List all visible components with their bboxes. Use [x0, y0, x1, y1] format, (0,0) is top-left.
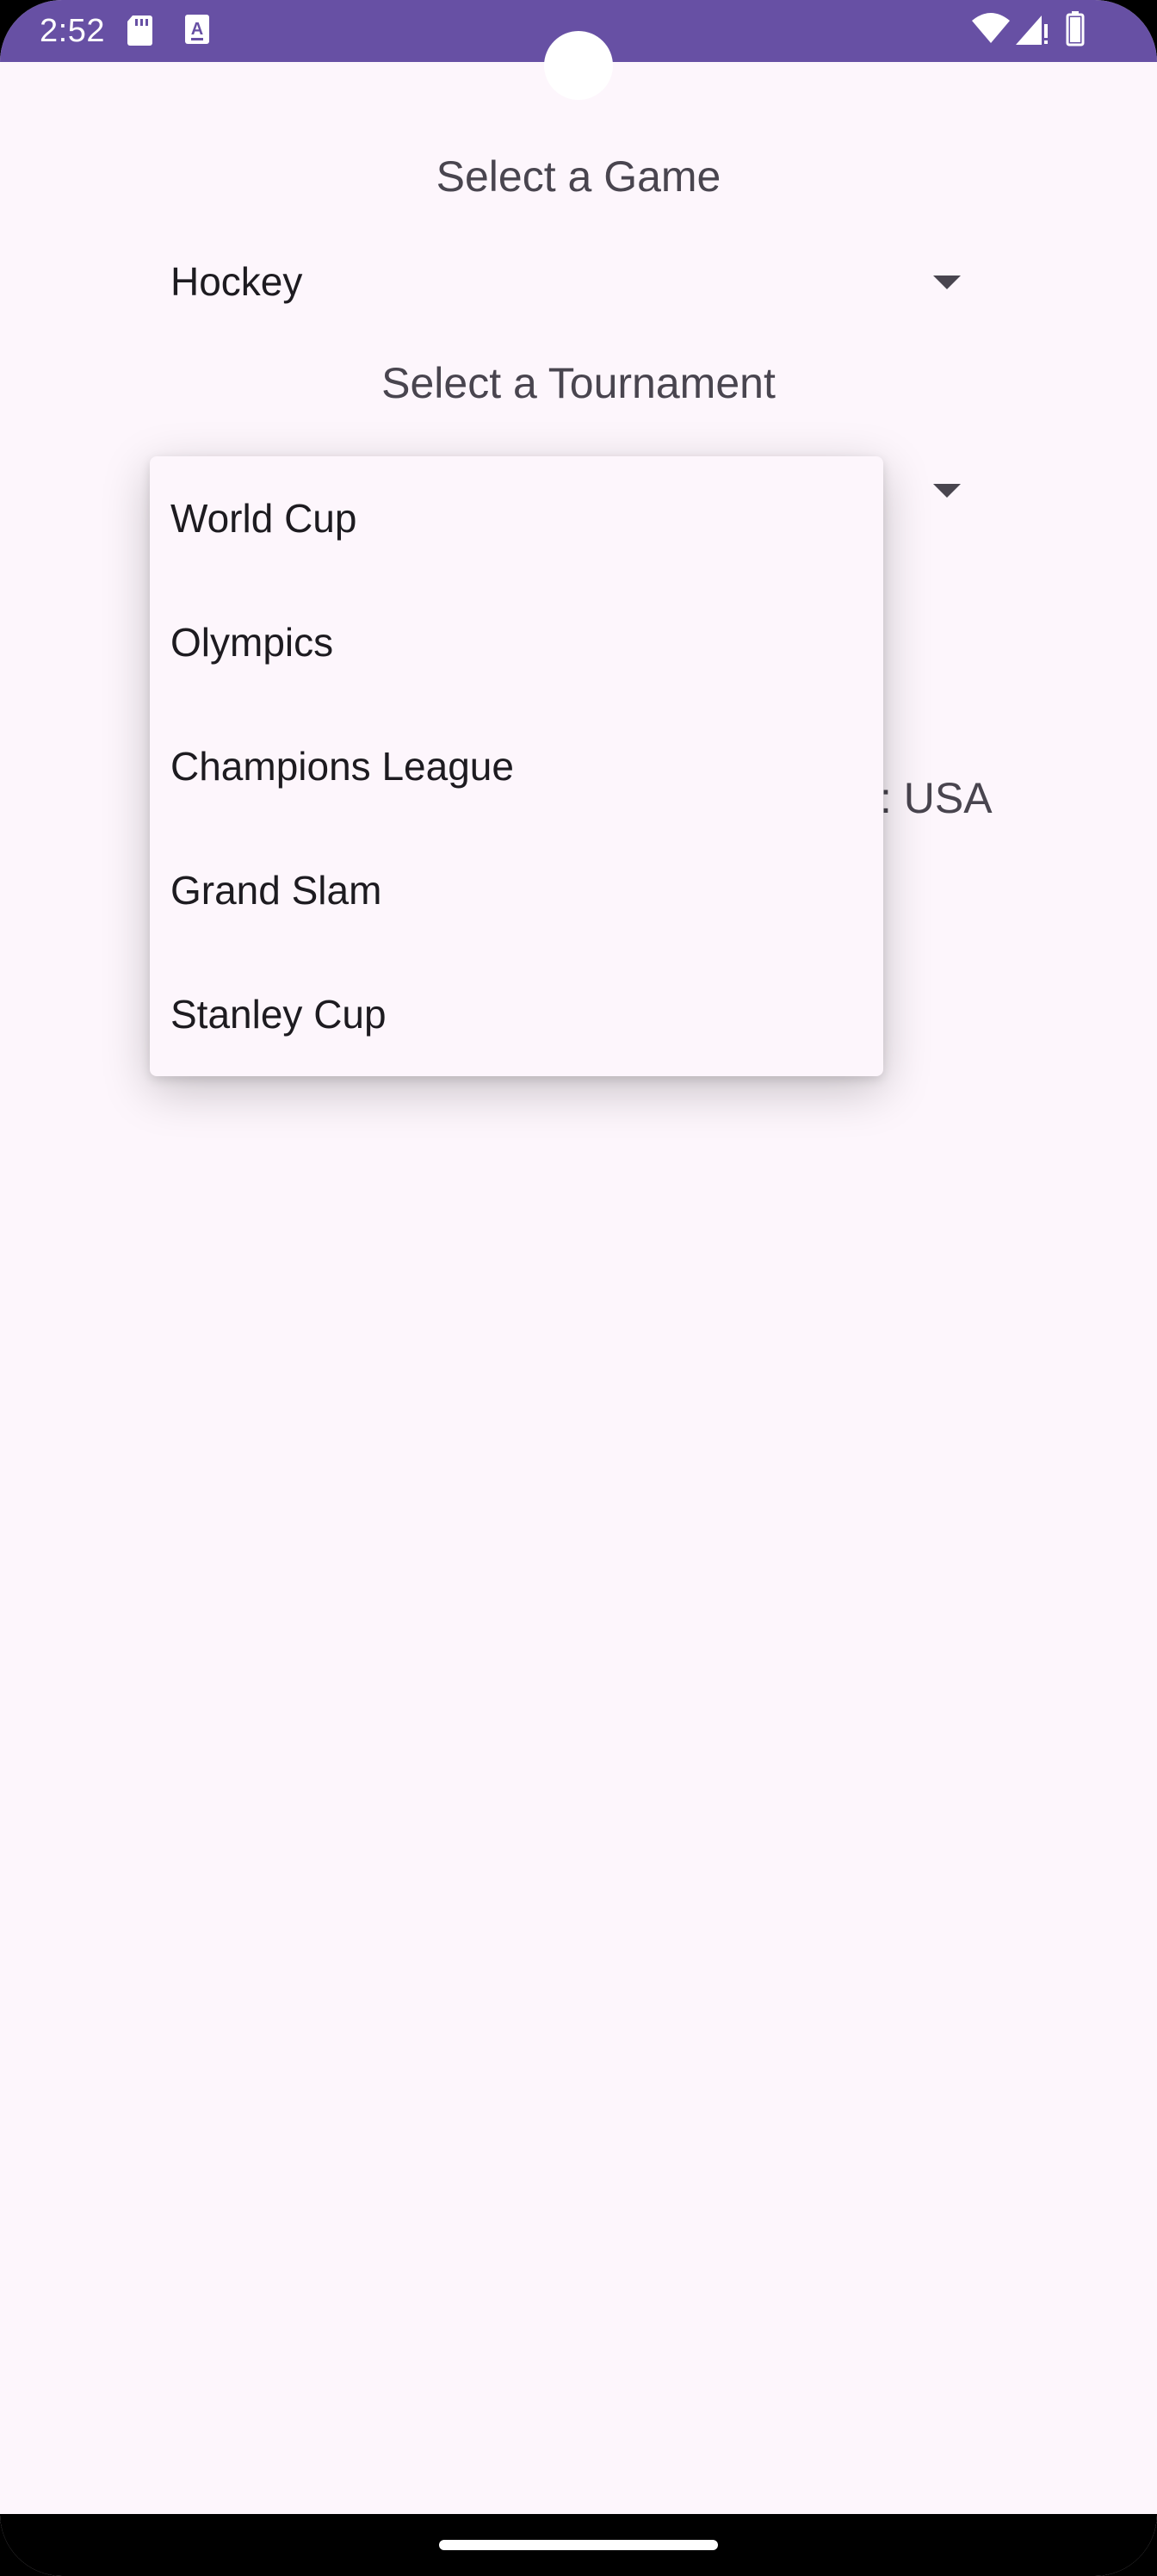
- sd-card-icon: [126, 14, 153, 51]
- chevron-down-icon: [933, 484, 961, 498]
- menu-item-stanley-cup[interactable]: Stanley Cup: [150, 952, 883, 1076]
- menu-item-grand-slam[interactable]: Grand Slam: [150, 828, 883, 952]
- game-label: Select a Game: [436, 152, 721, 201]
- tournament-dropdown-menu: World Cup Olympics Champions League Gran…: [150, 456, 883, 1076]
- menu-item-world-cup[interactable]: World Cup: [150, 456, 883, 580]
- keyboard-a-icon: A: [184, 14, 210, 49]
- status-time: 2:52: [40, 13, 105, 49]
- tournament-label: Select a Tournament: [381, 359, 776, 407]
- home-gesture-handle[interactable]: [439, 2540, 718, 2550]
- chevron-down-icon: [933, 276, 961, 289]
- selection-result-text: : USA: [880, 774, 993, 822]
- game-spinner[interactable]: Hockey: [150, 241, 976, 324]
- battery-icon: [1066, 10, 1085, 51]
- menu-item-olympics[interactable]: Olympics: [150, 580, 883, 704]
- svg-text:A: A: [191, 20, 203, 39]
- wifi-icon: [971, 12, 1011, 49]
- camera-cutout: [544, 31, 613, 100]
- signal-icon: [1014, 12, 1049, 51]
- game-spinner-value: Hockey: [170, 259, 303, 304]
- menu-item-champions-league[interactable]: Champions League: [150, 704, 883, 828]
- app-screen: 2:52 A Select a Game Hockey Select a Tou…: [0, 0, 1157, 2576]
